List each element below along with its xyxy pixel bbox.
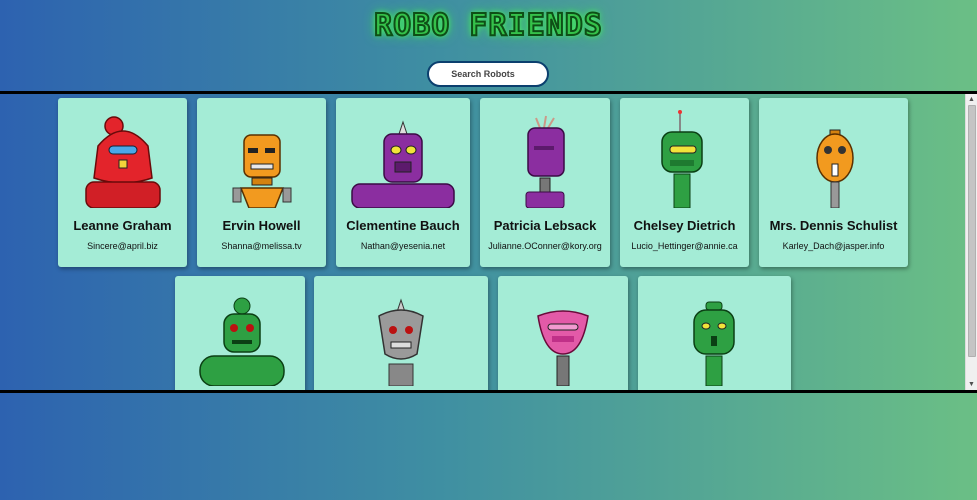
robot-card[interactable]: Leanne Graham Sincere@april.biz: [58, 98, 187, 267]
robot-email: Lucio_Hettinger@annie.ca: [631, 241, 738, 251]
page-title: ROBO FRIENDS: [373, 7, 603, 44]
robot-avatar: [199, 297, 285, 386]
robot-card[interactable]: Mrs. Dennis Schulist Karley_Dach@jasper.…: [759, 98, 908, 267]
robot-email: Karley_Dach@jasper.info: [782, 241, 885, 251]
robot-avatar: [815, 129, 854, 208]
robot-email: Shanna@melissa.tv: [221, 241, 302, 251]
robot-avatar: [351, 120, 455, 208]
robot-card[interactable]: [314, 276, 488, 390]
robot-name: Clementine Bauch: [346, 218, 460, 233]
robot-avatar: [378, 298, 424, 386]
robot-card[interactable]: Patricia Lebsack Julianne.OConner@kory.o…: [480, 98, 610, 267]
search-input[interactable]: [427, 61, 549, 87]
robot-card[interactable]: [498, 276, 628, 390]
robot-card[interactable]: Chelsey Dietrich Lucio_Hettinger@annie.c…: [620, 98, 749, 267]
robot-name: Mrs. Dennis Schulist: [769, 218, 898, 233]
robot-name: Chelsey Dietrich: [633, 218, 736, 233]
robot-card[interactable]: [175, 276, 305, 390]
card-list-scroll-area[interactable]: Leanne Graham Sincere@april.biz Ervin Ho…: [0, 91, 977, 393]
vertical-scrollbar[interactable]: ▲ ▼: [965, 94, 977, 390]
robot-name: Leanne Graham: [73, 218, 172, 233]
robot-email: Sincere@april.biz: [87, 241, 158, 251]
scrollbar-thumb[interactable]: [968, 105, 976, 357]
robot-avatar: [525, 115, 565, 208]
robot-name: Patricia Lebsack: [493, 218, 597, 233]
scroll-up-arrow-icon[interactable]: ▲: [966, 94, 977, 105]
robot-avatar: [660, 110, 703, 208]
robot-email: Nathan@yesenia.net: [360, 241, 446, 251]
scroll-down-arrow-icon[interactable]: ▼: [966, 379, 977, 390]
robot-card[interactable]: [638, 276, 791, 390]
robot-avatar: [232, 134, 291, 208]
robot-card[interactable]: Ervin Howell Shanna@melissa.tv: [197, 98, 326, 267]
robot-avatar: [537, 310, 589, 386]
robot-email: Julianne.OConner@kory.org: [488, 241, 602, 251]
robot-card[interactable]: Clementine Bauch Nathan@yesenia.net: [336, 98, 470, 267]
robot-avatar: [692, 301, 735, 386]
robot-name: Ervin Howell: [222, 218, 301, 233]
robot-avatar: [84, 116, 161, 208]
